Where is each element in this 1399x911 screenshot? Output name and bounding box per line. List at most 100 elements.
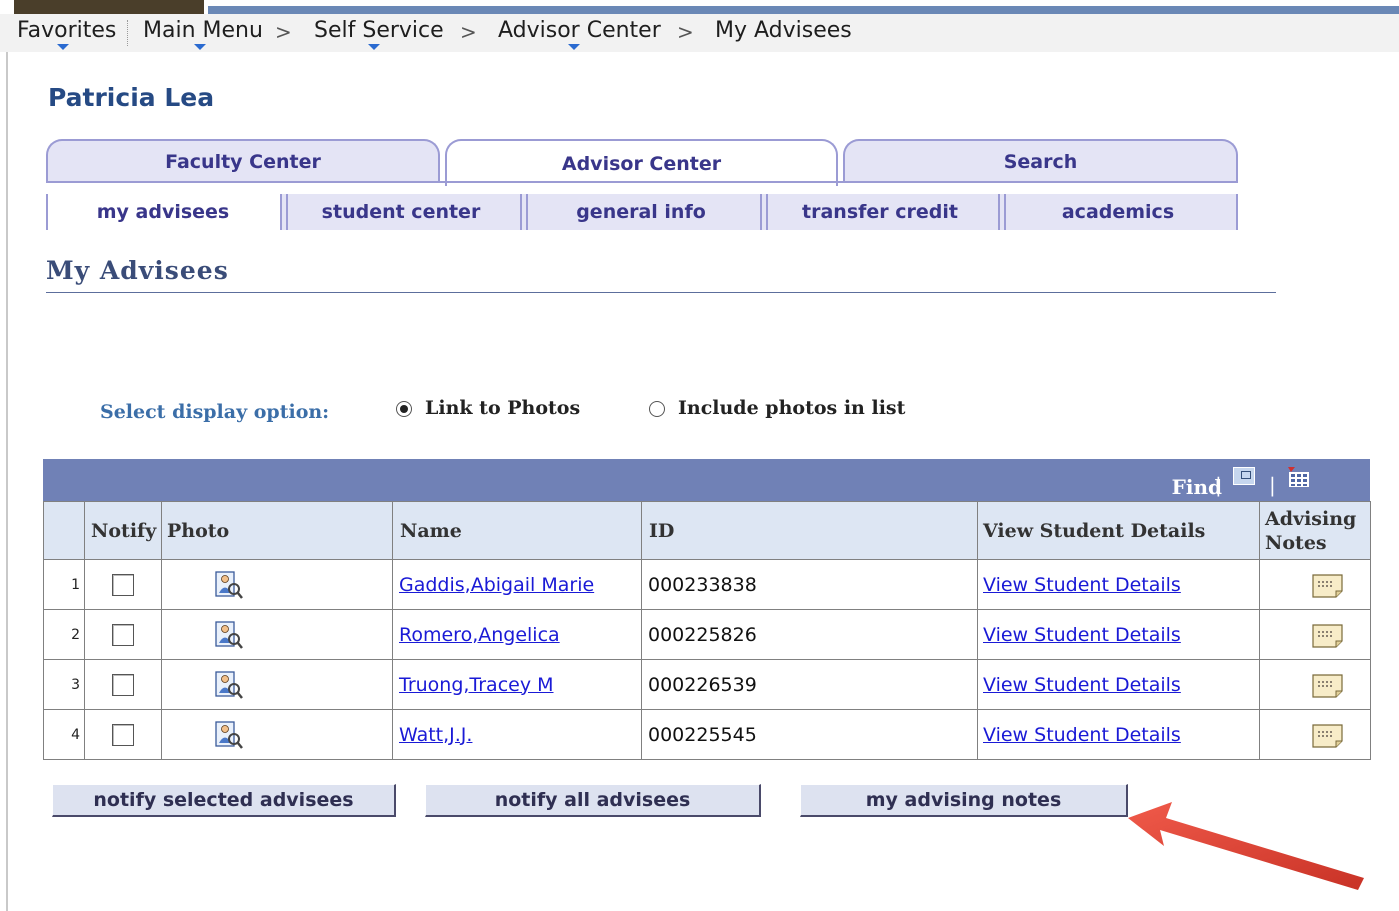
my-advising-notes-button[interactable]: my advising notes — [800, 784, 1128, 817]
tab-search[interactable]: Search — [843, 139, 1238, 182]
student-name-link[interactable]: Gaddis,Abigail Marie — [393, 574, 594, 596]
chevron-down-icon[interactable] — [57, 44, 69, 50]
subtab-label: academics — [1061, 201, 1175, 223]
student-name-link[interactable]: Watt,J.J. — [393, 724, 472, 746]
banner-strip — [208, 6, 1399, 14]
page-title: My Advisees — [46, 256, 229, 285]
table-header-row: Notify Photo Name ID View Student Detail… — [43, 501, 1371, 560]
nav-self-service[interactable]: Self Service — [314, 18, 444, 43]
nav-favorites[interactable]: Favorites — [17, 18, 116, 43]
notify-checkbox[interactable] — [112, 673, 134, 696]
column-header-id[interactable]: ID — [641, 501, 978, 560]
view-photo-icon[interactable] — [214, 670, 243, 699]
nav-advisor-center[interactable]: Advisor Center — [498, 18, 661, 43]
id-cell: 000225826 — [641, 609, 978, 660]
row-number: 2 — [43, 609, 85, 660]
table-row: 3 Truong,Tracey M 000226539 View Student De… — [43, 659, 1371, 710]
column-header-advising-notes[interactable]: Advising Notes — [1259, 501, 1371, 560]
subtab-transfer-credit[interactable]: transfer credit — [760, 194, 998, 230]
name-cell: Gaddis,Abigail Marie — [392, 559, 642, 610]
chevron-down-icon[interactable] — [194, 44, 206, 50]
subtab-divider — [1004, 194, 1006, 230]
notify-cell — [84, 559, 162, 610]
student-id: 000233838 — [648, 573, 757, 596]
grid-toolbar: Find | | — [43, 459, 1370, 501]
details-cell: View Student Details — [977, 559, 1260, 610]
subtab-label: student center — [321, 201, 481, 223]
details-cell: View Student Details — [977, 709, 1260, 760]
view-student-details-link[interactable]: View Student Details — [978, 624, 1181, 646]
tabs-baseline — [46, 181, 1238, 183]
notify-selected-advisees-button[interactable]: notify selected advisees — [52, 784, 396, 817]
chevron-down-icon[interactable] — [568, 44, 580, 50]
notes-cell — [1259, 609, 1371, 660]
breadcrumb-separator: > — [677, 20, 694, 44]
chevron-down-icon[interactable] — [368, 44, 380, 50]
student-name-link[interactable]: Truong,Tracey M — [393, 674, 554, 696]
view-student-details-link[interactable]: View Student Details — [978, 574, 1181, 596]
name-cell: Romero,Angelica — [392, 609, 642, 660]
student-name-link[interactable]: Romero,Angelica — [393, 624, 560, 646]
details-cell: View Student Details — [977, 609, 1260, 660]
view-student-details-link[interactable]: View Student Details — [978, 674, 1181, 696]
notes-cell — [1259, 659, 1371, 710]
student-id: 000226539 — [648, 673, 757, 696]
nav-main-menu[interactable]: Main Menu — [143, 18, 263, 43]
subtab-label: transfer credit — [802, 201, 958, 223]
photo-cell — [161, 709, 393, 760]
id-cell: 000226539 — [641, 659, 978, 710]
view-photo-icon[interactable] — [214, 620, 243, 649]
subtab-label: general info — [576, 201, 706, 223]
advising-note-icon[interactable] — [1312, 673, 1343, 698]
column-header-view-details[interactable]: View Student Details — [977, 501, 1260, 560]
student-id: 000225545 — [648, 723, 757, 746]
download-icon[interactable] — [1287, 467, 1309, 487]
subtab-divider — [766, 194, 768, 230]
advising-note-icon[interactable] — [1312, 623, 1343, 648]
column-header-photo[interactable]: Photo — [161, 501, 393, 560]
toolbar-separator: | — [1269, 473, 1276, 497]
subtab-academics[interactable]: academics — [998, 194, 1238, 230]
advising-note-icon[interactable] — [1312, 573, 1343, 598]
table-row: 4 Watt,J.J. 000225545 View Student Details — [43, 709, 1371, 760]
toolbar-separator: | — [1215, 473, 1222, 497]
id-cell: 000233838 — [641, 559, 978, 610]
photo-cell — [161, 659, 393, 710]
view-photo-icon[interactable] — [214, 720, 243, 749]
subtab-general-info[interactable]: general info — [520, 194, 760, 230]
radio-include-photos[interactable] — [649, 401, 665, 417]
subtab-my-advisees[interactable]: my advisees — [46, 194, 278, 230]
nav-current-page: My Advisees — [715, 18, 852, 43]
column-header-notes-line2: Notes — [1265, 531, 1327, 554]
column-header-name[interactable]: Name — [392, 501, 642, 560]
view-student-details-link[interactable]: View Student Details — [978, 724, 1181, 746]
tab-advisor-center[interactable]: Advisor Center — [445, 139, 838, 186]
view-all-icon[interactable] — [1233, 467, 1255, 485]
subtab-student-center[interactable]: student center — [280, 194, 520, 230]
column-header-notify[interactable]: Notify — [84, 501, 162, 560]
tab-faculty-center[interactable]: Faculty Center — [46, 139, 440, 182]
advisees-table: Notify Photo Name ID View Student Detail… — [43, 501, 1371, 760]
advising-note-icon[interactable] — [1312, 723, 1343, 748]
table-row: 2 Romero,Angelica 000225826 View Student De… — [43, 609, 1371, 660]
radio-label-link-to-photos[interactable]: Link to Photos — [425, 397, 580, 419]
banner-logo-area — [14, 0, 204, 14]
view-photo-icon[interactable] — [214, 570, 243, 599]
top-banner — [0, 0, 1399, 14]
row-number: 3 — [43, 659, 85, 710]
row-number: 4 — [43, 709, 85, 760]
notify-cell — [84, 709, 162, 760]
title-divider — [46, 292, 1276, 293]
notify-all-advisees-button[interactable]: notify all advisees — [425, 784, 761, 817]
notify-checkbox[interactable] — [112, 573, 134, 596]
radio-label-include-photos[interactable]: Include photos in list — [678, 397, 905, 419]
name-cell: Watt,J.J. — [392, 709, 642, 760]
display-option-label: Select display option: — [100, 401, 330, 423]
radio-link-to-photos[interactable] — [396, 401, 412, 417]
notes-cell — [1259, 709, 1371, 760]
table-row: 1 Gaddis,Abigail Marie 000233838 View Stude… — [43, 559, 1371, 610]
notify-cell — [84, 659, 162, 710]
breadcrumb-separator: > — [275, 20, 292, 44]
notify-checkbox[interactable] — [112, 723, 134, 746]
notify-checkbox[interactable] — [112, 623, 134, 646]
